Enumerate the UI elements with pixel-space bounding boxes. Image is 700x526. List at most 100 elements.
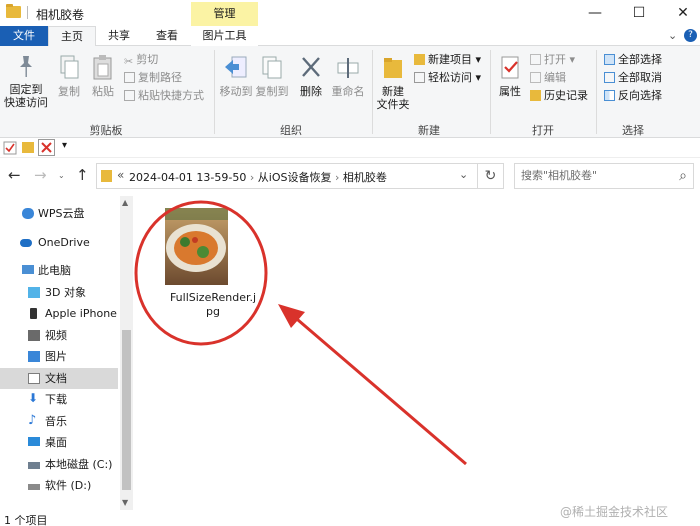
nav-label: 3D 对象 — [45, 286, 86, 299]
paste-shortcut-button[interactable]: 粘贴快捷方式 — [124, 88, 204, 104]
invert-selection-button[interactable]: 反向选择 — [604, 88, 662, 104]
invert-selection-label: 反向选择 — [618, 89, 662, 102]
breadcrumb-item[interactable]: 相机胶卷 — [343, 171, 387, 184]
back-arrow-icon[interactable]: ← — [8, 166, 21, 184]
customize-qat-icon[interactable]: ▾ — [62, 140, 67, 151]
nav-label: 软件 (D:) — [45, 479, 92, 492]
overflow-chevrons[interactable]: « — [117, 168, 124, 182]
new-folder-button[interactable]: 新建 文件夹 — [374, 54, 412, 111]
breadcrumb-separator[interactable]: › — [335, 171, 339, 184]
open-button[interactable]: 打开 ▾ — [530, 52, 575, 68]
properties-button[interactable]: 属性 — [494, 54, 526, 98]
delete-qat-icon[interactable] — [38, 139, 55, 156]
nav-item-music[interactable]: ♪ 音乐 — [0, 411, 118, 432]
nav-item-pictures[interactable]: 图片 — [0, 346, 118, 367]
easy-access-button[interactable]: 轻松访问 ▾ — [414, 70, 481, 86]
new-folder-qat-icon[interactable] — [22, 142, 34, 153]
manage-context-tab[interactable]: 管理 — [191, 2, 258, 26]
onedrive-icon — [20, 239, 32, 247]
recent-dropdown-icon[interactable]: ⌄ — [58, 171, 65, 180]
nav-item-3d-objects[interactable]: 3D 对象 — [0, 282, 118, 303]
scroll-down-icon[interactable]: ▼ — [122, 498, 128, 507]
open-label: 打开 — [544, 53, 566, 66]
history-label: 历史记录 — [544, 89, 588, 102]
file-thumbnail[interactable] — [165, 208, 228, 285]
nav-item-desktop[interactable]: 桌面 — [0, 432, 118, 453]
copy-to-label: 复制到 — [255, 85, 289, 98]
new-item-button[interactable]: 新建项目 ▾ — [414, 52, 481, 68]
delete-x-icon — [302, 57, 320, 77]
properties-icon — [501, 56, 519, 79]
copy-button[interactable]: 复制 — [52, 54, 86, 98]
address-dropdown-icon[interactable]: ⌄ — [459, 168, 468, 181]
delete-button[interactable]: 删除 — [296, 54, 326, 98]
group-label-select: 选择 — [622, 124, 644, 137]
scroll-up-icon[interactable]: ▲ — [122, 198, 128, 207]
copy-path-icon — [124, 72, 135, 83]
copy-path-button[interactable]: 复制路径 — [124, 70, 182, 86]
tab-share[interactable]: 共享 — [100, 26, 138, 46]
tab-picture-tools[interactable]: 图片工具 — [191, 26, 258, 46]
nav-item-local-disk-c[interactable]: 本地磁盘 (C:) — [0, 454, 118, 475]
copy-icon — [60, 55, 79, 79]
copy-to-button[interactable]: 复制到 — [254, 54, 290, 98]
forward-arrow-icon[interactable]: → — [34, 166, 47, 184]
address-bar[interactable]: « 2024-04-01 13-59-50 › 从iOS设备恢复 › 相机胶卷 … — [96, 163, 478, 189]
group-label-organize: 组织 — [280, 124, 302, 137]
nav-item-downloads[interactable]: ⬇ 下载 — [0, 389, 118, 410]
nav-item-apple-iphone[interactable]: Apple iPhone — [0, 303, 118, 324]
nav-label: 视频 — [45, 329, 67, 342]
up-arrow-icon[interactable]: ↑ — [76, 166, 89, 184]
scroll-thumb[interactable] — [122, 330, 131, 490]
picture-icon — [28, 351, 40, 362]
group-label-new: 新建 — [418, 124, 440, 137]
nav-label: 音乐 — [45, 415, 67, 428]
paste-button[interactable]: 粘贴 — [88, 54, 118, 98]
pin-quick-access-button[interactable]: 固定到 快速访问 — [4, 54, 48, 109]
group-separator — [490, 50, 491, 134]
breadcrumb-separator[interactable]: › — [250, 171, 254, 184]
select-none-button[interactable]: 全部取消 — [604, 70, 662, 86]
breadcrumb-item[interactable]: 从iOS设备恢复 — [258, 171, 332, 184]
nav-item-videos[interactable]: 视频 — [0, 325, 118, 346]
breadcrumb-item[interactable]: 2024-04-01 13-59-50 — [129, 171, 246, 184]
rename-button[interactable]: 重命名 — [328, 54, 368, 98]
nav-label: 桌面 — [45, 436, 67, 449]
search-input[interactable]: 搜索"相机胶卷" ⌕ — [514, 163, 694, 189]
title-bar: 相机胶卷 — ☐ ✕ — [0, 0, 700, 26]
tab-home[interactable]: 主页 — [48, 26, 96, 47]
move-to-button[interactable]: 移动到 — [218, 54, 254, 98]
new-item-icon — [414, 54, 425, 65]
group-separator — [372, 50, 373, 134]
tab-file[interactable]: 文件 — [0, 26, 48, 46]
nav-item-onedrive[interactable]: OneDrive — [0, 232, 118, 253]
minimize-button[interactable]: — — [580, 2, 610, 24]
properties-check-icon[interactable] — [3, 141, 17, 155]
edit-label: 编辑 — [544, 71, 566, 84]
history-button[interactable]: 历史记录 — [530, 88, 588, 104]
file-name-label[interactable]: FullSizeRender.j pg — [150, 291, 276, 319]
select-none-icon — [604, 72, 615, 83]
drive-icon — [28, 462, 40, 469]
maximize-button[interactable]: ☐ — [624, 2, 654, 24]
select-all-button[interactable]: 全部选择 — [604, 52, 662, 68]
tab-view[interactable]: 查看 — [148, 26, 186, 46]
refresh-button[interactable]: ↻ — [478, 163, 504, 189]
window-title: 相机胶卷 — [36, 8, 85, 22]
close-button[interactable]: ✕ — [668, 2, 698, 24]
cloud-icon — [22, 208, 34, 219]
cut-button[interactable]: ✂ 剪切 — [124, 52, 158, 68]
edit-button[interactable]: 编辑 — [530, 70, 566, 86]
nav-scrollbar[interactable]: ▲ ▼ — [120, 196, 133, 510]
collapse-ribbon-icon[interactable]: ⌄ — [668, 29, 677, 42]
invert-selection-icon — [604, 90, 615, 101]
nav-item-drive-d[interactable]: 软件 (D:) — [0, 475, 118, 496]
nav-item-this-pc[interactable]: 此电脑 — [0, 260, 118, 281]
file-name-line: FullSizeRender.j — [169, 291, 257, 304]
nav-item-wps-cloud[interactable]: WPS云盘 — [0, 203, 118, 224]
select-all-icon — [604, 54, 615, 65]
nav-item-documents[interactable]: 文档 — [0, 368, 118, 389]
quick-access-toolbar: ▾ — [0, 138, 700, 158]
help-icon[interactable]: ? — [684, 29, 697, 42]
rename-label: 重命名 — [331, 85, 365, 98]
